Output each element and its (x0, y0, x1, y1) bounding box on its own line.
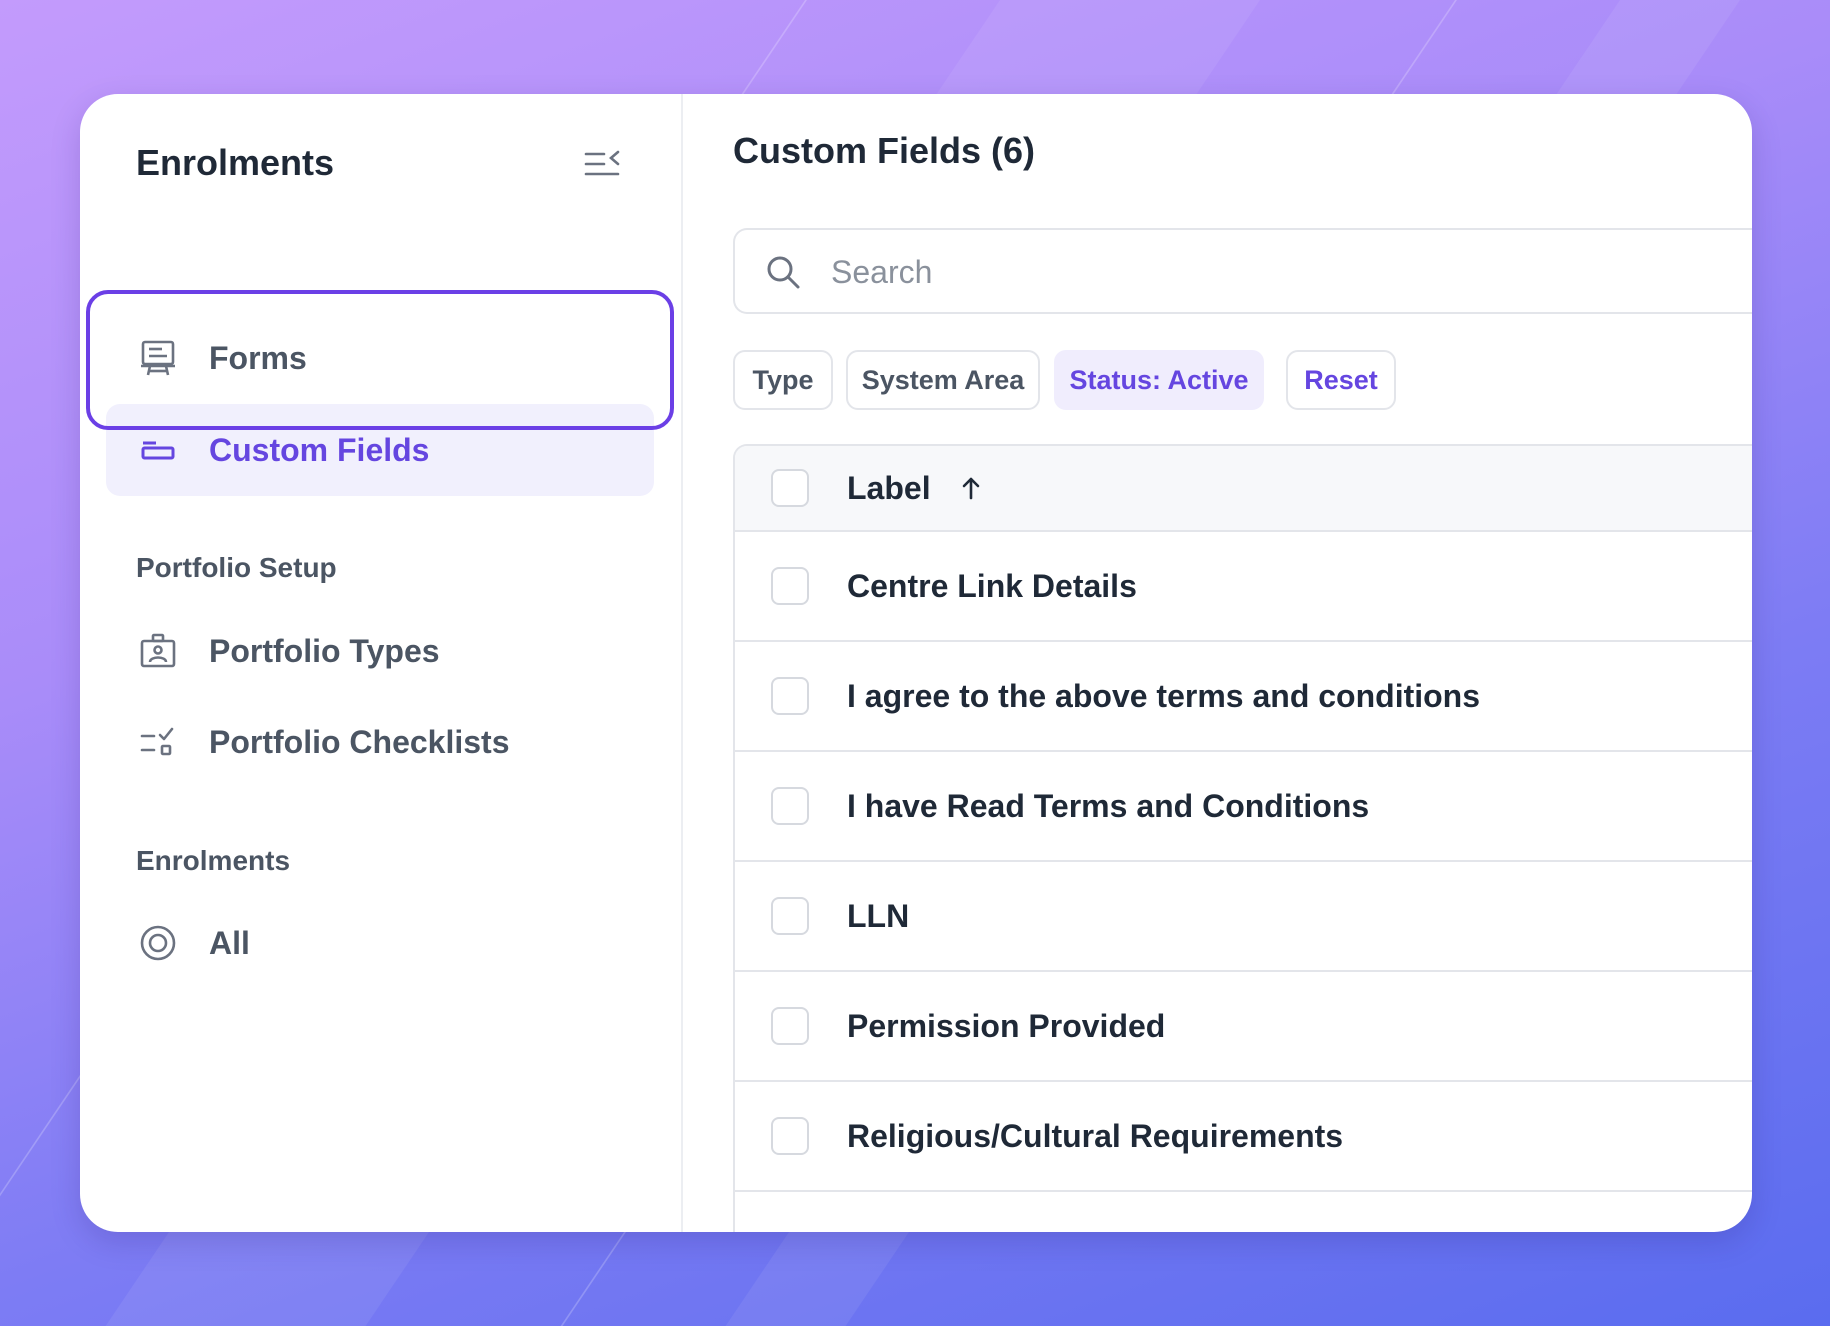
table-row[interactable]: I agree to the above terms and condition… (735, 642, 1752, 752)
sidebar-item-portfolio-checklists[interactable]: Portfolio Checklists (80, 708, 681, 776)
sidebar: Enrolments Forms Custom Fields Portfolio… (80, 94, 683, 1232)
sidebar-item-label: Custom Fields (209, 431, 430, 468)
search-bar[interactable] (733, 228, 1752, 314)
row-label: I agree to the above terms and condition… (847, 677, 1481, 714)
settings-card: Enrolments Forms Custom Fields Portfolio… (80, 94, 1752, 1232)
custom-fields-table: Label Centre Link Details I agree to the… (733, 444, 1752, 1232)
table-row[interactable]: LLN (735, 862, 1752, 972)
filter-system-area-button[interactable]: System Area (846, 350, 1040, 410)
custom-fields-icon (141, 441, 175, 460)
collapse-sidebar-icon[interactable] (582, 146, 622, 182)
section-heading-enrolments: Enrolments (136, 845, 291, 876)
row-checkbox[interactable] (771, 897, 809, 935)
row-checkbox[interactable] (771, 787, 809, 825)
filter-type-button[interactable]: Type (733, 350, 833, 410)
search-input[interactable] (831, 246, 1731, 298)
sidebar-item-label: Portfolio Types (209, 632, 440, 669)
sidebar-item-portfolio-types[interactable]: Portfolio Types (80, 617, 681, 685)
table-row[interactable]: Religious/Cultural Requirements (735, 1082, 1752, 1192)
table-row[interactable]: I have Read Terms and Conditions (735, 752, 1752, 862)
sort-ascending-icon[interactable] (957, 474, 985, 502)
row-checkbox[interactable] (771, 567, 809, 605)
row-label: Centre Link Details (847, 567, 1137, 604)
section-heading-portfolio-setup: Portfolio Setup (136, 552, 337, 583)
row-label: Religious/Cultural Requirements (847, 1117, 1344, 1154)
table-header: Label (735, 446, 1752, 532)
highlight-ring (86, 290, 674, 430)
portfolio-checklists-icon (140, 727, 174, 756)
row-checkbox[interactable] (771, 1007, 809, 1045)
row-label: Permission Provided (847, 1007, 1166, 1044)
sidebar-item-all[interactable]: All (80, 909, 681, 977)
row-label: I have Read Terms and Conditions (847, 787, 1370, 824)
search-icon (767, 256, 800, 289)
row-checkbox[interactable] (771, 1117, 809, 1155)
sidebar-title: Enrolments (136, 142, 335, 183)
row-label: LLN (847, 897, 910, 934)
column-header-label[interactable]: Label (847, 470, 931, 507)
sidebar-item-label: All (209, 924, 250, 961)
table-row[interactable]: Permission Provided (735, 972, 1752, 1082)
table-row[interactable]: Centre Link Details (735, 532, 1752, 642)
reset-filters-button[interactable]: Reset (1286, 350, 1396, 410)
row-checkbox[interactable] (771, 677, 809, 715)
filter-status-button[interactable]: Status: Active (1054, 350, 1264, 410)
portfolio-types-icon (140, 633, 176, 668)
select-all-checkbox[interactable] (771, 469, 809, 507)
main-content: Custom Fields (6) Type System Area Statu… (683, 94, 1752, 1232)
sidebar-item-label: Portfolio Checklists (209, 723, 510, 760)
target-icon (140, 925, 176, 961)
page-title: Custom Fields (6) (733, 130, 1036, 171)
table-row-partial (735, 1192, 1752, 1232)
